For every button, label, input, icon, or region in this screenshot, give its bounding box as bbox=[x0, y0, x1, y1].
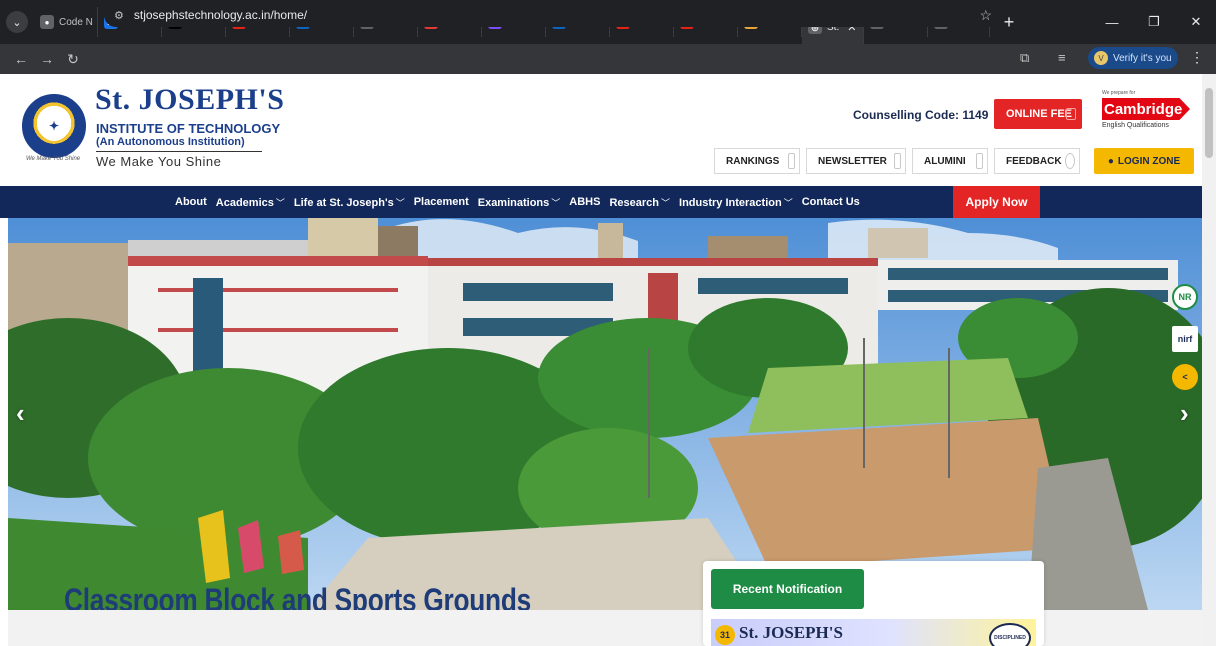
chevron-down-icon: ﹀ bbox=[275, 197, 285, 208]
newsletter-button[interactable]: NEWSLETTER bbox=[806, 148, 906, 174]
nav-item[interactable]: Contact Us bbox=[802, 196, 860, 208]
profile-avatar-icon: V bbox=[1094, 51, 1108, 65]
restore-icon[interactable]: ❐ bbox=[1134, 0, 1174, 44]
feedback-label: FEEDBACK bbox=[1006, 155, 1062, 167]
nirf-label: nirf bbox=[1177, 334, 1193, 344]
minimize-icon[interactable]: — bbox=[1092, 0, 1132, 44]
browser-tab[interactable]: ● Code N bbox=[34, 7, 98, 37]
nav-item[interactable]: Examinations ﹀ bbox=[478, 196, 561, 209]
nav-item-label: Contact Us bbox=[801, 196, 860, 208]
nav-item-label: Academics bbox=[215, 196, 274, 209]
rankings-label: RANKINGS bbox=[726, 155, 780, 167]
nav-item-label: Examinations bbox=[477, 196, 550, 209]
scrollbar-thumb[interactable] bbox=[1205, 88, 1213, 158]
feedback-button[interactable]: FEEDBACK bbox=[994, 148, 1080, 174]
nav-item-label: Life at St. Joseph's bbox=[293, 196, 394, 209]
user-icon: ● bbox=[1107, 155, 1114, 167]
nav-item-label: Research bbox=[609, 196, 659, 209]
main-navigation: About Academics ﹀ Life at St. Joseph's ﹀ Plac… bbox=[0, 186, 1202, 218]
reload-icon[interactable]: ↻ bbox=[60, 51, 86, 68]
brand-title[interactable]: St. JOSEPH'S bbox=[95, 83, 284, 117]
brand-tagline: We Make You Shine bbox=[96, 154, 222, 169]
nr-icon[interactable]: NR bbox=[1172, 284, 1198, 310]
share-label: < bbox=[1182, 372, 1188, 382]
reading-list-icon[interactable]: ≡ bbox=[1058, 50, 1066, 65]
feedback-icon bbox=[1065, 153, 1075, 169]
torch-icon: ✦ bbox=[39, 111, 69, 141]
nr-label: NR bbox=[1178, 292, 1192, 302]
nav-item-label: About bbox=[175, 196, 207, 208]
nav-item[interactable]: Placement bbox=[414, 196, 469, 208]
bookmark-star-icon[interactable]: ☆ bbox=[979, 7, 992, 24]
alumini-button[interactable]: ALUMINI bbox=[912, 148, 988, 174]
rankings-icon bbox=[788, 153, 795, 169]
tab-favicon-icon: ● bbox=[40, 15, 54, 29]
recent-notification-button[interactable]: Recent Notification bbox=[711, 569, 864, 609]
chevron-down-icon: ﹀ bbox=[661, 197, 671, 208]
newsletter-label: NEWSLETTER bbox=[818, 155, 887, 167]
nirf-icon[interactable]: nirf bbox=[1172, 326, 1198, 352]
web-page: ✦ We Make You Shine St. JOSEPH'S INSTITU… bbox=[0, 74, 1216, 646]
tab-label: Code N bbox=[59, 16, 93, 28]
login-zone-label: LOGIN ZONE bbox=[1117, 155, 1181, 167]
apply-now-button[interactable]: Apply Now bbox=[953, 186, 1040, 218]
campus-photo bbox=[8, 218, 1202, 610]
nav-item[interactable]: Industry Interaction ﹀ bbox=[679, 196, 793, 209]
fee-card-icon bbox=[1066, 108, 1076, 120]
alumini-icon bbox=[976, 153, 983, 169]
carousel-next-icon[interactable]: › bbox=[1180, 398, 1189, 429]
site-info-icon[interactable]: ⚙ bbox=[114, 9, 124, 22]
alumini-label: ALUMINI bbox=[924, 155, 966, 167]
share-icon[interactable]: < bbox=[1172, 364, 1198, 390]
nav-item[interactable]: Academics ﹀ bbox=[216, 196, 285, 209]
cambridge-name: Cambridge bbox=[1102, 98, 1190, 120]
nav-item-label: Placement bbox=[413, 196, 469, 208]
hero-carousel[interactable]: Classroom Block and Sports Grounds ‹ › bbox=[8, 218, 1202, 610]
forward-icon[interactable]: → bbox=[34, 51, 60, 67]
verify-profile-button[interactable]: V Verify it's you bbox=[1088, 47, 1178, 69]
online-fee-label: ONLINE FEE bbox=[1006, 108, 1073, 120]
page-scrollbar[interactable] bbox=[1202, 74, 1216, 646]
chevron-down-icon: ﹀ bbox=[395, 197, 405, 208]
verify-label: Verify it's you bbox=[1113, 52, 1172, 64]
brand-subtitle: INSTITUTE OF TECHNOLOGY bbox=[96, 121, 281, 136]
extensions-icon[interactable]: ⧉ bbox=[1020, 50, 1029, 66]
cambridge-eq: English Qualifications bbox=[1102, 122, 1169, 129]
browser-window: ⌄ ●Code NIS5894 In◉Basic-c▶AZ-900in(1) F… bbox=[0, 0, 1216, 646]
notification-panel: Recent Notification 31 St. JOSEPH'S DISC… bbox=[703, 561, 1044, 646]
nav-item-label: ABHS bbox=[569, 196, 601, 208]
address-bar[interactable]: ⚙ stjosephstechnology.ac.in/home/ ☆ bbox=[104, 3, 1004, 27]
back-icon[interactable]: ← bbox=[8, 51, 34, 67]
address-url: stjosephstechnology.ac.in/home/ bbox=[133, 8, 308, 22]
anniversary-badge: 31 bbox=[715, 625, 735, 645]
cambridge-prep: We prepare for bbox=[1102, 90, 1136, 96]
disciplined-seal: DISCIPLINED bbox=[989, 623, 1031, 646]
nav-item-label: Industry Interaction bbox=[679, 196, 782, 209]
online-fee-button[interactable]: ONLINE FEE bbox=[994, 99, 1082, 129]
counselling-code: Counselling Code: 1149 bbox=[853, 108, 989, 122]
login-zone-button[interactable]: ● LOGIN ZONE bbox=[1094, 148, 1194, 174]
nav-item[interactable]: Life at St. Joseph's ﹀ bbox=[294, 196, 405, 209]
institute-logo[interactable]: ✦ bbox=[22, 94, 86, 158]
chevron-down-icon: ﹀ bbox=[551, 197, 561, 208]
browser-menu-icon[interactable]: ⋮ bbox=[1190, 49, 1204, 66]
hero-caption: Classroom Block and Sports Grounds bbox=[64, 582, 531, 610]
browser-toolbar: ← → ↻ bbox=[0, 44, 1216, 74]
tab-search-icon[interactable]: ⌄ bbox=[6, 11, 28, 33]
newsletter-icon bbox=[894, 153, 901, 169]
logo-motto: We Make You Shine bbox=[26, 156, 81, 162]
nav-item[interactable]: ABHS bbox=[569, 196, 600, 208]
notification-banner[interactable]: 31 St. JOSEPH'S DISCIPLINED bbox=[711, 619, 1036, 646]
rankings-button[interactable]: RANKINGS bbox=[714, 148, 800, 174]
nav-item[interactable]: Research ﹀ bbox=[609, 196, 670, 209]
close-window-icon[interactable]: ✕ bbox=[1176, 0, 1216, 44]
brand-divider bbox=[96, 151, 262, 152]
nav-item[interactable]: About bbox=[175, 196, 207, 208]
banner-name: St. JOSEPH'S bbox=[739, 623, 843, 642]
brand-autonomous: (An Autonomous Institution) bbox=[96, 136, 245, 148]
chevron-down-icon: ﹀ bbox=[783, 197, 793, 208]
carousel-prev-icon[interactable]: ‹ bbox=[16, 398, 25, 429]
cambridge-logo[interactable]: We prepare for Cambridge English Qualifi… bbox=[1102, 90, 1197, 140]
